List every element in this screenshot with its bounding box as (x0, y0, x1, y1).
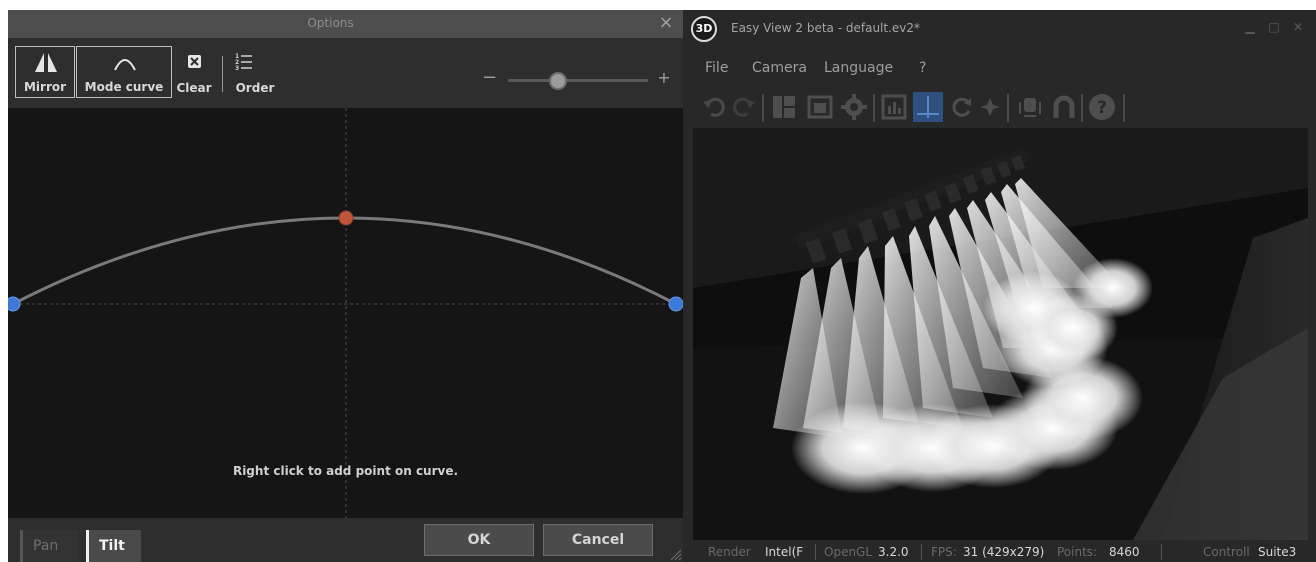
controller-value: Suite3 (1258, 545, 1297, 559)
cancel-button[interactable]: Cancel (543, 524, 653, 556)
curve-editor-canvas[interactable]: Right click to add point on curve. (8, 108, 683, 518)
layout-icon[interactable] (769, 92, 799, 122)
easy-view-titlebar[interactable]: 3D Easy View 2 beta - default.ev2* ▁ □ ✕ (683, 10, 1316, 46)
opengl-label: OpenGL (824, 545, 873, 559)
zoom-slider[interactable] (508, 79, 648, 82)
curve-graph (8, 108, 683, 518)
refresh-icon[interactable] (947, 92, 977, 122)
options-dialog: Options × Mirror Mode curve Clear 1 2 3 … (8, 10, 683, 562)
toolbar-separator (762, 94, 764, 122)
menu-help[interactable]: ? (919, 60, 926, 76)
order-label: Order (235, 81, 275, 95)
mode-curve-label: Mode curve (84, 80, 164, 94)
order-button[interactable]: 1 2 3 Order (230, 46, 280, 98)
tab-pan[interactable]: Pan (20, 530, 78, 562)
svg-text:?: ? (1097, 98, 1107, 118)
render-value: Intel(F (765, 545, 804, 559)
status-separator (921, 544, 922, 560)
curve-start-point[interactable] (8, 296, 21, 312)
star-icon[interactable] (975, 92, 1005, 122)
menu-file[interactable]: File (705, 60, 728, 76)
zoom-slider-thumb[interactable] (549, 72, 567, 90)
window-icon[interactable] (805, 92, 835, 122)
svg-text:3: 3 (235, 65, 239, 72)
chart-icon[interactable] (879, 92, 909, 122)
options-footer: Pan Tilt OK Cancel (8, 518, 683, 562)
status-separator (1161, 544, 1162, 560)
clear-label: Clear (176, 81, 212, 95)
status-separator (815, 544, 816, 560)
points-label: Points: (1057, 545, 1098, 559)
magnet-icon[interactable] (1049, 92, 1079, 122)
fps-label: FPS: (931, 545, 957, 559)
order-icon: 1 2 3 (235, 53, 252, 72)
clear-icon (188, 55, 201, 68)
toolbar-separator (222, 56, 223, 92)
mode-curve-button[interactable]: Mode curve (76, 46, 172, 98)
fixture-icon[interactable] (1015, 92, 1045, 122)
menu-bar: File Camera Language ? (683, 60, 1316, 84)
curve-icon (114, 59, 136, 71)
mirror-button[interactable]: Mirror (15, 46, 75, 98)
minimize-icon[interactable]: ▁ (1243, 20, 1257, 34)
menu-language[interactable]: Language (824, 60, 893, 76)
help-icon[interactable]: ? (1087, 92, 1117, 122)
mirror-label: Mirror (23, 80, 67, 94)
options-titlebar[interactable]: Options × (8, 10, 683, 38)
fps-value: 31 (429x279) (963, 545, 1045, 559)
curve-mid-point[interactable] (338, 210, 354, 226)
opengl-value: 3.2.0 (878, 545, 909, 559)
toolbar-separator (873, 94, 875, 122)
curve-hint-text: Right click to add point on curve. (232, 464, 459, 478)
zoom-in-icon[interactable]: + (656, 68, 672, 88)
tilt-curve[interactable] (12, 216, 677, 306)
ok-button[interactable]: OK (424, 524, 534, 556)
stage-render (693, 128, 1308, 540)
controller-label: Controll (1203, 545, 1250, 559)
toolbar-separator (1123, 94, 1125, 122)
redo-icon[interactable] (729, 92, 759, 122)
options-title: Options (307, 16, 354, 30)
menu-camera[interactable]: Camera (752, 60, 807, 76)
curve-end-point[interactable] (668, 296, 683, 312)
clear-button[interactable]: Clear (174, 46, 214, 98)
easy-view-toolbar: ? (683, 88, 1316, 128)
app-logo-icon: 3D (691, 16, 717, 42)
render-label: Render (708, 545, 751, 559)
mirror-icon (35, 53, 57, 72)
easy-view-window: 3D Easy View 2 beta - default.ev2* ▁ □ ✕… (683, 10, 1316, 562)
resize-grip-icon[interactable] (669, 548, 681, 560)
tab-tilt[interactable]: Tilt (86, 530, 141, 562)
window-title: Easy View 2 beta - default.ev2* (731, 21, 921, 35)
toolbar-separator (1081, 94, 1083, 122)
close-icon[interactable]: × (657, 13, 675, 33)
toolbar-separator (1007, 94, 1009, 122)
status-bar: Render Intel(F OpenGL 3.2.0 FPS: 31 (429… (683, 542, 1316, 562)
undo-icon[interactable] (699, 92, 729, 122)
maximize-icon[interactable]: □ (1267, 20, 1281, 34)
zoom-out-icon[interactable]: − (482, 68, 497, 88)
options-toolbar: Mirror Mode curve Clear 1 2 3 Order − + (8, 38, 683, 108)
3d-viewport[interactable] (693, 128, 1308, 540)
points-value: 8460 (1109, 545, 1140, 559)
settings-icon[interactable] (839, 92, 869, 122)
axes-icon[interactable] (913, 92, 943, 122)
window-close-icon[interactable]: ✕ (1291, 20, 1305, 34)
